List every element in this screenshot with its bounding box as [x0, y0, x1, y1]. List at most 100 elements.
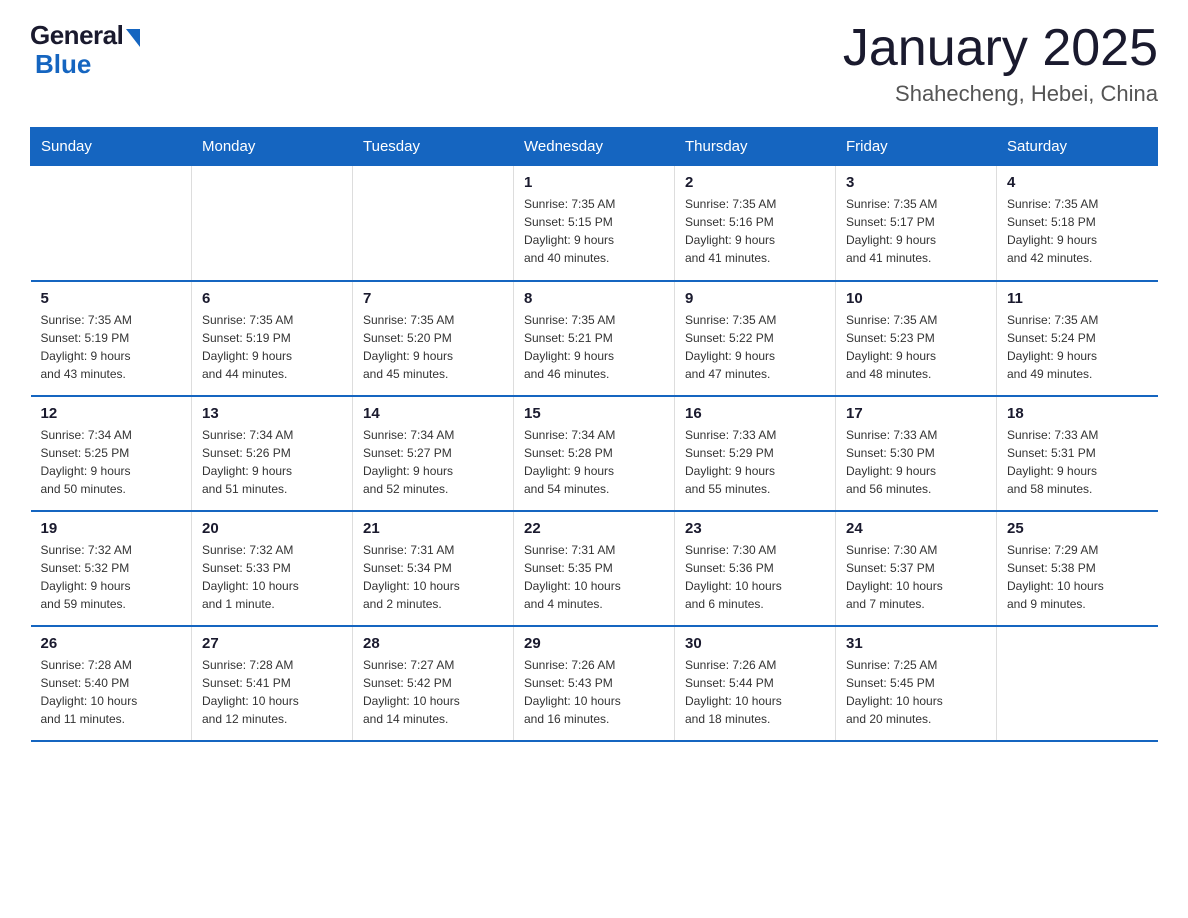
calendar-cell: 9Sunrise: 7:35 AM Sunset: 5:22 PM Daylig… [675, 281, 836, 396]
day-number: 12 [41, 405, 182, 422]
weekday-header-friday: Friday [836, 128, 997, 166]
day-info: Sunrise: 7:35 AM Sunset: 5:21 PM Dayligh… [524, 311, 664, 383]
day-number: 9 [685, 290, 825, 307]
location-title: Shahecheng, Hebei, China [843, 81, 1158, 107]
calendar-cell: 10 Sunrise: 7:35 AM Sunset: 5:23 PM Dayli… [836, 281, 997, 396]
day-number: 10 [846, 290, 986, 307]
logo-general-text: General [30, 20, 123, 51]
weekday-header-row: SundayMondayTuesdayWednesdayThursdayFrid… [31, 128, 1158, 166]
calendar-cell: 26 Sunrise: 7:28 AM Sunset: 5:40 PM Dayli… [31, 626, 192, 741]
calendar-cell: 18 Sunrise: 7:33 AM Sunset: 5:31 PM Dayli… [997, 396, 1158, 511]
day-info: Sunrise: 7:32 AM Sunset: 5:32 PM Dayligh… [41, 541, 182, 613]
calendar-cell: 20Sunrise: 7:32 AM Sunset: 5:33 PM Dayli… [192, 511, 353, 626]
calendar-cell: 30 Sunrise: 7:26 AM Sunset: 5:44 PM Dayli… [675, 626, 836, 741]
day-info: Sunrise: 7:35 AM Sunset: 5:20 PM Dayligh… [363, 311, 503, 383]
day-info: Sunrise: 7:33 AM Sunset: 5:30 PM Dayligh… [846, 426, 986, 498]
day-info: Sunrise: 7:34 AM Sunset: 5:26 PM Dayligh… [202, 426, 342, 498]
weekday-header-thursday: Thursday [675, 128, 836, 166]
calendar-week-row: 12 Sunrise: 7:34 AM Sunset: 5:25 PM Dayli… [31, 396, 1158, 511]
day-info: Sunrise: 7:29 AM Sunset: 5:38 PM Dayligh… [1007, 541, 1148, 613]
calendar-cell [353, 166, 514, 281]
day-number: 25 [1007, 520, 1148, 537]
calendar-cell [192, 166, 353, 281]
calendar-cell: 16Sunrise: 7:33 AM Sunset: 5:29 PM Dayli… [675, 396, 836, 511]
day-info: Sunrise: 7:35 AM Sunset: 5:15 PM Dayligh… [524, 195, 664, 267]
day-info: Sunrise: 7:34 AM Sunset: 5:27 PM Dayligh… [363, 426, 503, 498]
day-number: 3 [846, 174, 986, 191]
day-number: 6 [202, 290, 342, 307]
calendar-cell: 1 Sunrise: 7:35 AM Sunset: 5:15 PM Daylig… [514, 166, 675, 281]
day-number: 24 [846, 520, 986, 537]
day-number: 22 [524, 520, 664, 537]
calendar-cell: 17 Sunrise: 7:33 AM Sunset: 5:30 PM Dayli… [836, 396, 997, 511]
day-info: Sunrise: 7:35 AM Sunset: 5:19 PM Dayligh… [41, 311, 182, 383]
weekday-header-sunday: Sunday [31, 128, 192, 166]
day-number: 5 [41, 290, 182, 307]
day-number: 17 [846, 405, 986, 422]
calendar-cell: 22 Sunrise: 7:31 AM Sunset: 5:35 PM Dayli… [514, 511, 675, 626]
day-number: 23 [685, 520, 825, 537]
calendar-table: SundayMondayTuesdayWednesdayThursdayFrid… [30, 127, 1158, 742]
day-info: Sunrise: 7:28 AM Sunset: 5:40 PM Dayligh… [41, 656, 182, 728]
day-number: 26 [41, 635, 182, 652]
logo: General Blue [30, 20, 140, 80]
day-info: Sunrise: 7:30 AM Sunset: 5:36 PM Dayligh… [685, 541, 825, 613]
calendar-cell [997, 626, 1158, 741]
day-number: 1 [524, 174, 664, 191]
day-info: Sunrise: 7:35 AM Sunset: 5:18 PM Dayligh… [1007, 195, 1148, 267]
calendar-cell: 25 Sunrise: 7:29 AM Sunset: 5:38 PM Dayli… [997, 511, 1158, 626]
day-number: 20 [202, 520, 342, 537]
month-title: January 2025 [843, 20, 1158, 77]
weekday-header-saturday: Saturday [997, 128, 1158, 166]
calendar-cell: 28Sunrise: 7:27 AM Sunset: 5:42 PM Dayli… [353, 626, 514, 741]
calendar-cell: 7 Sunrise: 7:35 AM Sunset: 5:20 PM Daylig… [353, 281, 514, 396]
calendar-cell: 29Sunrise: 7:26 AM Sunset: 5:43 PM Dayli… [514, 626, 675, 741]
day-number: 8 [524, 290, 664, 307]
day-info: Sunrise: 7:33 AM Sunset: 5:31 PM Dayligh… [1007, 426, 1148, 498]
day-info: Sunrise: 7:34 AM Sunset: 5:28 PM Dayligh… [524, 426, 664, 498]
day-number: 27 [202, 635, 342, 652]
title-section: January 2025 Shahecheng, Hebei, China [843, 20, 1158, 107]
day-info: Sunrise: 7:35 AM Sunset: 5:24 PM Dayligh… [1007, 311, 1148, 383]
day-info: Sunrise: 7:26 AM Sunset: 5:44 PM Dayligh… [685, 656, 825, 728]
calendar-week-row: 26 Sunrise: 7:28 AM Sunset: 5:40 PM Dayli… [31, 626, 1158, 741]
day-info: Sunrise: 7:35 AM Sunset: 5:17 PM Dayligh… [846, 195, 986, 267]
logo-triangle-icon [126, 29, 140, 47]
calendar-cell: 5 Sunrise: 7:35 AM Sunset: 5:19 PM Daylig… [31, 281, 192, 396]
calendar-week-row: 1 Sunrise: 7:35 AM Sunset: 5:15 PM Daylig… [31, 166, 1158, 281]
day-number: 30 [685, 635, 825, 652]
day-info: Sunrise: 7:35 AM Sunset: 5:23 PM Dayligh… [846, 311, 986, 383]
day-info: Sunrise: 7:27 AM Sunset: 5:42 PM Dayligh… [363, 656, 503, 728]
calendar-cell: 31Sunrise: 7:25 AM Sunset: 5:45 PM Dayli… [836, 626, 997, 741]
calendar-cell: 6 Sunrise: 7:35 AM Sunset: 5:19 PM Daylig… [192, 281, 353, 396]
day-number: 7 [363, 290, 503, 307]
day-number: 2 [685, 174, 825, 191]
day-number: 15 [524, 405, 664, 422]
calendar-cell: 15 Sunrise: 7:34 AM Sunset: 5:28 PM Dayli… [514, 396, 675, 511]
day-info: Sunrise: 7:35 AM Sunset: 5:19 PM Dayligh… [202, 311, 342, 383]
calendar-week-row: 5 Sunrise: 7:35 AM Sunset: 5:19 PM Daylig… [31, 281, 1158, 396]
calendar-cell: 11 Sunrise: 7:35 AM Sunset: 5:24 PM Dayli… [997, 281, 1158, 396]
calendar-cell: 13Sunrise: 7:34 AM Sunset: 5:26 PM Dayli… [192, 396, 353, 511]
calendar-cell: 24 Sunrise: 7:30 AM Sunset: 5:37 PM Dayli… [836, 511, 997, 626]
day-number: 11 [1007, 290, 1148, 307]
day-number: 4 [1007, 174, 1148, 191]
calendar-cell: 8 Sunrise: 7:35 AM Sunset: 5:21 PM Daylig… [514, 281, 675, 396]
day-info: Sunrise: 7:33 AM Sunset: 5:29 PM Dayligh… [685, 426, 825, 498]
calendar-cell [31, 166, 192, 281]
weekday-header-wednesday: Wednesday [514, 128, 675, 166]
day-info: Sunrise: 7:34 AM Sunset: 5:25 PM Dayligh… [41, 426, 182, 498]
page-header: General Blue January 2025 Shahecheng, He… [30, 20, 1158, 107]
day-info: Sunrise: 7:30 AM Sunset: 5:37 PM Dayligh… [846, 541, 986, 613]
calendar-cell: 4 Sunrise: 7:35 AM Sunset: 5:18 PM Daylig… [997, 166, 1158, 281]
weekday-header-monday: Monday [192, 128, 353, 166]
day-info: Sunrise: 7:35 AM Sunset: 5:16 PM Dayligh… [685, 195, 825, 267]
day-info: Sunrise: 7:25 AM Sunset: 5:45 PM Dayligh… [846, 656, 986, 728]
calendar-cell: 3 Sunrise: 7:35 AM Sunset: 5:17 PM Daylig… [836, 166, 997, 281]
calendar-week-row: 19Sunrise: 7:32 AM Sunset: 5:32 PM Dayli… [31, 511, 1158, 626]
day-number: 18 [1007, 405, 1148, 422]
calendar-cell: 14Sunrise: 7:34 AM Sunset: 5:27 PM Dayli… [353, 396, 514, 511]
day-number: 21 [363, 520, 503, 537]
calendar-cell: 27Sunrise: 7:28 AM Sunset: 5:41 PM Dayli… [192, 626, 353, 741]
day-info: Sunrise: 7:31 AM Sunset: 5:35 PM Dayligh… [524, 541, 664, 613]
